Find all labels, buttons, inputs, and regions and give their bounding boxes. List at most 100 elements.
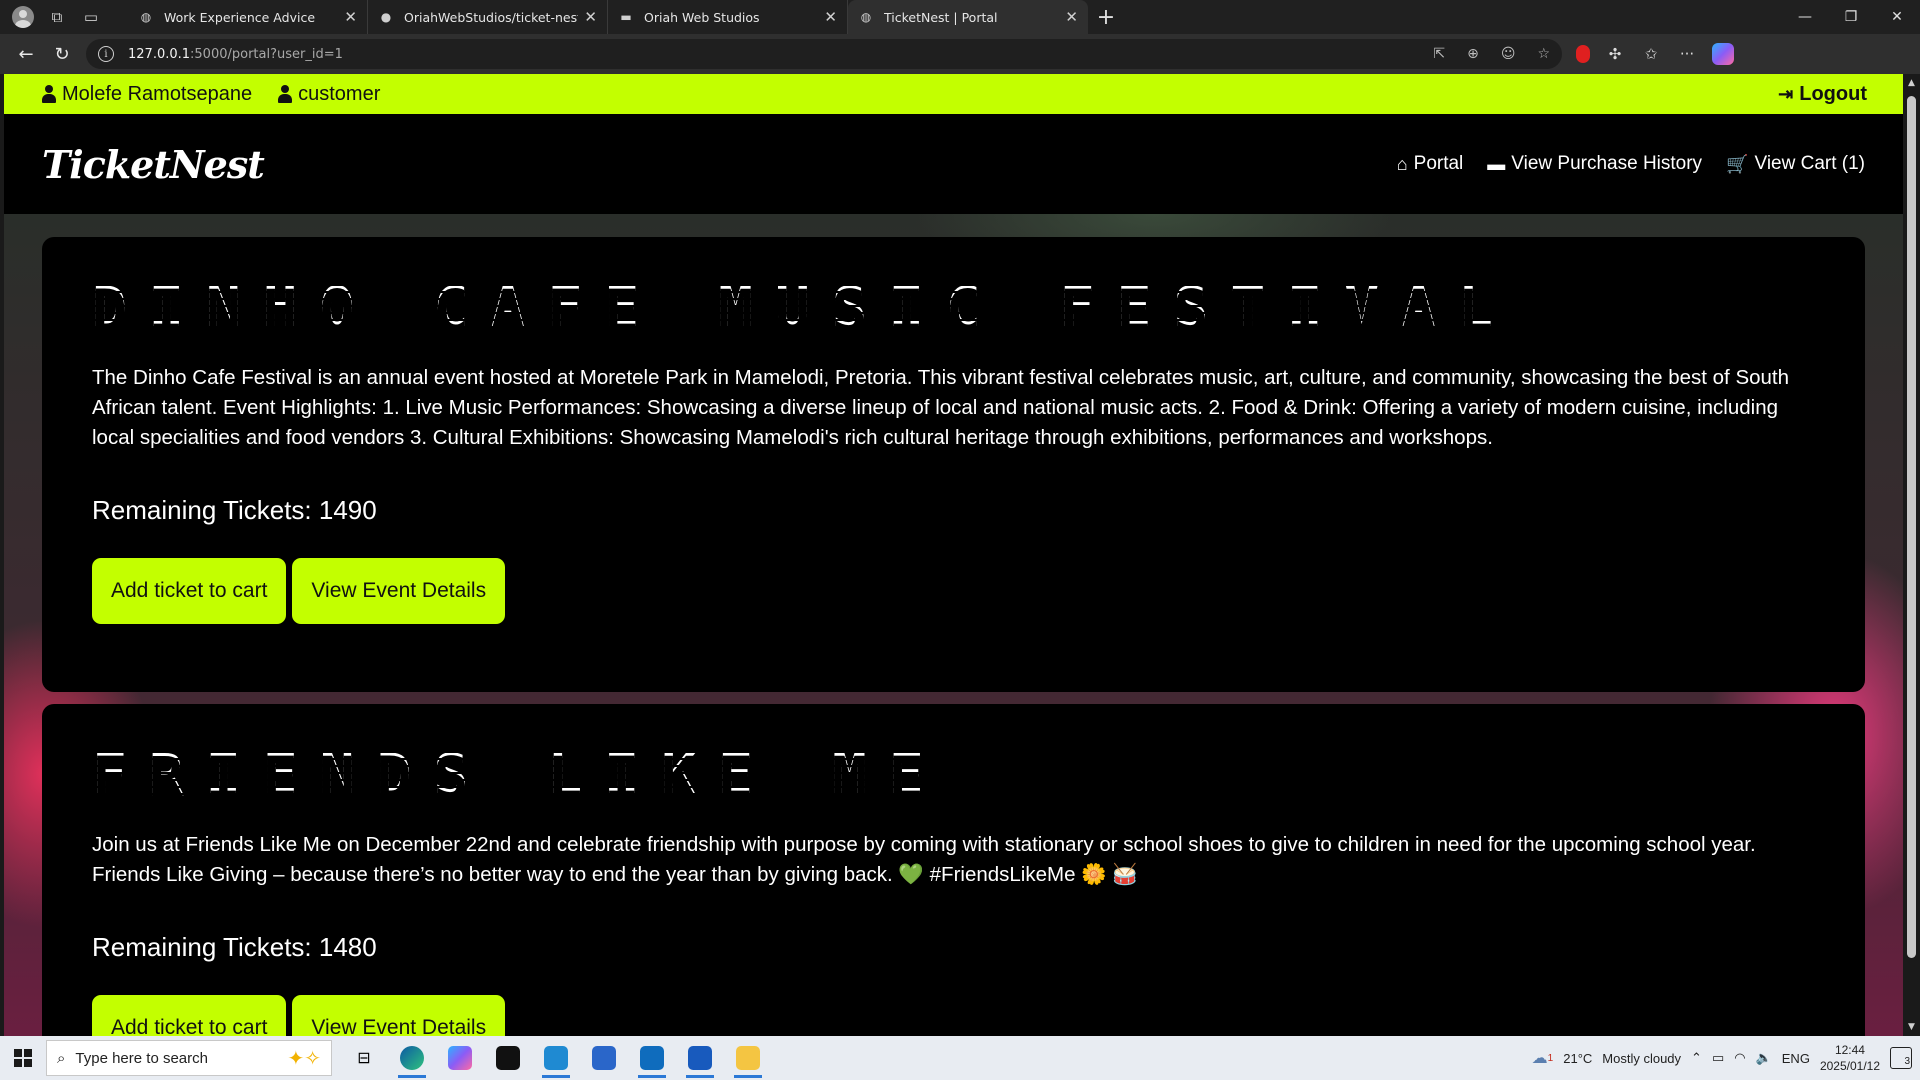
word-icon [688, 1046, 712, 1070]
add-ticket-to-cart-button[interactable]: Add ticket to cart [92, 995, 287, 1036]
battery-icon[interactable]: ▭ [1712, 1050, 1724, 1066]
store-app[interactable] [580, 1036, 628, 1080]
close-tab-icon[interactable]: ✕ [1065, 8, 1078, 26]
close-window-icon[interactable]: ✕ [1874, 9, 1920, 25]
page-viewport: Molefe Ramotsepane customer ⇥ Logout Tic… [0, 74, 1920, 1036]
read-aloud-icon[interactable]: ☺ [1501, 46, 1516, 62]
github-icon: ● [380, 10, 392, 24]
new-tab-button[interactable]: + [1088, 0, 1124, 34]
tab-title: OriahWebStudios/ticket-nest [404, 9, 579, 25]
close-tab-icon[interactable]: ✕ [824, 8, 837, 26]
browser-tab-bar: ⧉ ▭ ◍ Work Experience Advice ✕ ● OriahWe… [0, 0, 1920, 34]
search-placeholder: Type here to search [75, 1049, 208, 1067]
weather-text: Mostly cloudy [1602, 1050, 1682, 1066]
task-view-button[interactable]: ⊟ [340, 1036, 388, 1080]
zoom-icon[interactable]: ⊕ [1467, 46, 1479, 62]
open-in-app-icon[interactable]: ⇱ [1433, 46, 1445, 62]
scroll-down-icon[interactable]: ▼ [1903, 1022, 1920, 1032]
site-info-icon[interactable]: i [98, 46, 114, 62]
event-card: DINHO CAFE MUSIC FESTIVAL The Dinho Cafe… [42, 237, 1865, 692]
temperature: 21°C [1563, 1050, 1593, 1066]
user-role-text: customer [298, 82, 381, 105]
close-tab-icon[interactable]: ✕ [344, 8, 357, 26]
tab-bar-left-controls: ⧉ ▭ [0, 2, 128, 32]
notification-count: 3 [1904, 1056, 1910, 1067]
copilot-icon[interactable] [1712, 43, 1734, 65]
user-name-text: Molefe Ramotsepane [62, 82, 253, 105]
file-explorer-app[interactable] [724, 1036, 772, 1080]
back-icon[interactable]: ← [8, 38, 44, 70]
favorites-icon[interactable]: ✩ [1640, 45, 1662, 63]
copilot-app[interactable] [436, 1036, 484, 1080]
brand-logo[interactable]: TicketNest [42, 142, 265, 187]
notification-center-button[interactable]: 3 [1890, 1047, 1912, 1069]
browser-tab-1[interactable]: ◍ Work Experience Advice ✕ [128, 0, 368, 34]
nav-cart-link[interactable]: 🛒 View Cart (1) [1726, 153, 1865, 175]
volume-icon[interactable]: 🔈 [1756, 1050, 1772, 1066]
view-event-details-button[interactable]: View Event Details [292, 995, 506, 1036]
sparkle-icon: ✦✧ [287, 1047, 321, 1070]
event-actions: Add ticket to cart View Event Details [92, 558, 1815, 624]
url-path: :5000/portal?user_id=1 [190, 46, 343, 62]
add-ticket-to-cart-button[interactable]: Add ticket to cart [92, 558, 287, 624]
extensions-icon[interactable]: ✣ [1604, 45, 1626, 63]
word-app[interactable] [676, 1036, 724, 1080]
main-navbar: TicketNest ⌂ Portal ▬ View Purchase Histor… [4, 114, 1903, 214]
tab-title: Oriah Web Studios [644, 9, 760, 25]
scrollbar-thumb[interactable] [1907, 96, 1916, 958]
windows-taskbar: ⌕ Type here to search ✦✧ ⊟ ☁ 1 21°C Most… [0, 1036, 1920, 1080]
tab-title: Work Experience Advice [164, 9, 316, 25]
taskbar-search[interactable]: ⌕ Type here to search ✦✧ [46, 1040, 332, 1076]
user-bar: Molefe Ramotsepane customer ⇥ Logout [4, 74, 1903, 114]
clock-date: 2025/01/12 [1819, 1059, 1880, 1073]
nav-portal-label: Portal [1413, 153, 1464, 174]
logout-link[interactable]: ⇥ Logout [1778, 83, 1867, 106]
search-icon: ⌕ [57, 1049, 66, 1067]
ticketnest-page: Molefe Ramotsepane customer ⇥ Logout Tic… [4, 74, 1903, 1036]
extensions-row: ✣ ✩ ··· [1576, 43, 1734, 65]
oriah-app[interactable] [484, 1036, 532, 1080]
ticket-icon: ▬ [1487, 153, 1506, 174]
nav-purchase-history-link[interactable]: ▬ View Purchase History [1487, 153, 1702, 175]
wifi-icon[interactable]: ◠ [1734, 1050, 1745, 1066]
browser-tab-4-active[interactable]: ◍ TicketNest | Portal ✕ [848, 0, 1088, 34]
nav-portal-link[interactable]: ⌂ Portal [1397, 153, 1464, 175]
outlook-app[interactable] [628, 1036, 676, 1080]
address-bar-actions: ⇱ ⊕ ☺ ☆ [1433, 46, 1550, 62]
extension-red-icon[interactable] [1576, 45, 1590, 63]
minimize-icon[interactable]: — [1782, 9, 1828, 25]
favorite-star-icon[interactable]: ☆ [1537, 46, 1550, 62]
refresh-icon[interactable]: ↻ [44, 38, 80, 70]
view-event-details-button[interactable]: View Event Details [292, 558, 506, 624]
event-card: FRIENDS LIKE ME Join us at Friends Like … [42, 704, 1865, 1036]
restore-icon[interactable]: ❐ [1828, 9, 1874, 25]
edge-app[interactable] [388, 1036, 436, 1080]
close-tab-icon[interactable]: ✕ [584, 8, 597, 26]
nav-cart-label: View Cart (1) [1754, 153, 1865, 174]
browser-tab-2[interactable]: ● OriahWebStudios/ticket-nest ✕ [368, 0, 608, 34]
show-hidden-icons[interactable]: ⌃ [1691, 1050, 1702, 1066]
workspaces-icon[interactable]: ⧉ [42, 2, 72, 32]
weather-icon[interactable]: ☁ [1532, 1048, 1548, 1068]
edge-icon [400, 1046, 424, 1070]
profile-button[interactable] [8, 2, 38, 32]
weather-alert-badge: 1 [1547, 1052, 1554, 1064]
scroll-up-icon[interactable]: ▲ [1903, 78, 1920, 88]
clock[interactable]: 12:44 2025/01/12 [1820, 1042, 1880, 1074]
globe-icon: ◍ [860, 10, 872, 24]
vscode-app[interactable] [532, 1036, 580, 1080]
oriah-app-icon [496, 1046, 520, 1070]
browser-tab-3[interactable]: ▬ Oriah Web Studios ✕ [608, 0, 848, 34]
nav-history-label: View Purchase History [1511, 153, 1703, 174]
task-view-icon: ⊟ [357, 1050, 371, 1067]
store-icon [592, 1046, 616, 1070]
address-bar[interactable]: i 127.0.0.1:5000/portal?user_id=1 ⇱ ⊕ ☺ … [86, 39, 1562, 69]
system-tray: ☁ 1 21°C Mostly cloudy ⌃ ▭ ◠ 🔈 ENG 12:44… [1532, 1042, 1920, 1074]
tab-actions-icon[interactable]: ▭ [76, 2, 106, 32]
more-menu-icon[interactable]: ··· [1676, 45, 1698, 63]
address-toolbar: ← ↻ i 127.0.0.1:5000/portal?user_id=1 ⇱ … [0, 34, 1920, 74]
language-indicator[interactable]: ENG [1782, 1051, 1810, 1066]
page-scrollbar[interactable]: ▲ ▼ [1903, 74, 1920, 1036]
start-button[interactable] [0, 1036, 46, 1080]
nav-links: ⌂ Portal ▬ View Purchase History 🛒 View Car… [1397, 153, 1865, 175]
